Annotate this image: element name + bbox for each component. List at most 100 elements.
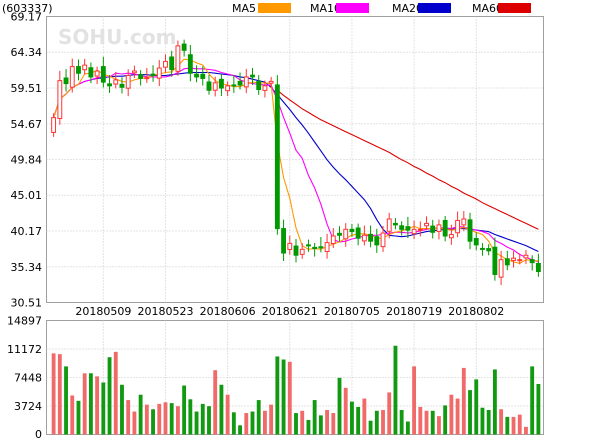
- candle-body: [187, 54, 193, 74]
- volume-panel: 0 3724 7448 11172 14897: [7, 315, 544, 440]
- date-axis: 20180509 20180523 20180606 20180621 20180705…: [75, 305, 504, 318]
- price-plot-area: [46, 16, 544, 303]
- candle-body: [399, 225, 405, 230]
- candle-body: [69, 66, 75, 88]
- volume-bar: [144, 404, 149, 435]
- price-tick-label: 40.17: [11, 225, 43, 238]
- volume-bar: [430, 410, 435, 435]
- volume-bar: [443, 405, 448, 435]
- candle-body: [206, 81, 212, 91]
- candle-body: [424, 222, 429, 227]
- legend: MA5 MA10 MA20 MA60: [232, 2, 531, 15]
- volume-bar: [368, 420, 373, 435]
- volume-bar: [262, 410, 267, 435]
- candle-body: [498, 259, 504, 278]
- date-tick-label: 20180802: [448, 305, 504, 318]
- volume-bar: [524, 426, 528, 435]
- volume-bar: [126, 400, 131, 435]
- volume-bar: [275, 356, 280, 435]
- candle-body: [144, 77, 150, 80]
- volume-bar: [480, 407, 485, 435]
- candle-body: [169, 56, 175, 71]
- volume-bar: [157, 403, 162, 435]
- date-tick-label: 20180719: [386, 305, 442, 318]
- candle-body: [107, 83, 112, 87]
- candle-body: [473, 238, 479, 246]
- candle-body: [430, 225, 436, 233]
- volume-bar: [132, 411, 137, 435]
- candle-body: [293, 245, 299, 256]
- volume-bar: [213, 370, 218, 435]
- volume-bar: [200, 403, 205, 435]
- volume-bar: [393, 345, 398, 435]
- price-tick-label: 45.01: [11, 189, 43, 202]
- candle-body: [231, 84, 237, 87]
- price-tick-label: 35.34: [11, 261, 43, 274]
- legend-label: MA5: [232, 2, 256, 15]
- volume-bar: [325, 410, 330, 435]
- volume-bar: [312, 400, 317, 435]
- price-tick-label: 30.51: [11, 297, 43, 310]
- date-tick-label: 20180509: [75, 305, 131, 318]
- candle-body: [243, 76, 249, 88]
- candle-body: [492, 246, 498, 275]
- volume-bar: [231, 412, 236, 435]
- volume-bar: [412, 366, 417, 435]
- volume-bar: [530, 366, 535, 435]
- price-tick-label: 54.67: [11, 118, 43, 131]
- volume-bar: [82, 373, 87, 435]
- legend-swatch: [498, 3, 531, 13]
- candle-body: [337, 232, 342, 236]
- candle-body: [274, 84, 280, 230]
- candle-body: [256, 80, 262, 91]
- volume-bar: [437, 416, 441, 435]
- candle-body: [218, 78, 224, 89]
- candle-body: [330, 235, 336, 245]
- volume-bar: [238, 425, 242, 435]
- candle-body: [461, 218, 467, 226]
- date-tick-label: 20180705: [324, 305, 380, 318]
- volume-bar: [107, 357, 112, 435]
- price-tick-label: 49.84: [11, 154, 43, 167]
- volume-bar: [76, 400, 81, 435]
- candle-body: [225, 85, 231, 92]
- volume-bar: [468, 390, 472, 435]
- volume-bar: [474, 379, 479, 435]
- volume-bar: [250, 411, 255, 435]
- candle-body: [175, 45, 181, 72]
- candle-body: [393, 222, 398, 226]
- candle-body: [131, 70, 137, 74]
- price-tick-label: 64.34: [11, 46, 43, 59]
- candle-body: [194, 73, 199, 78]
- candle-body: [281, 228, 286, 254]
- volume-bar: [499, 409, 504, 435]
- volume-bar: [57, 354, 62, 435]
- candle-body: [88, 67, 94, 78]
- volume-tick-label: 3724: [14, 400, 42, 413]
- volume-bar: [536, 383, 541, 435]
- stock-code-label: (603337): [2, 2, 53, 15]
- legend-swatch: [258, 3, 291, 13]
- date-tick-label: 20180621: [262, 305, 318, 318]
- candle-body: [237, 80, 243, 86]
- legend-swatch: [418, 3, 451, 13]
- candle-body: [156, 67, 162, 79]
- volume-bar: [269, 404, 274, 435]
- candle-body: [442, 219, 448, 237]
- volume-bar: [244, 413, 249, 435]
- candle-body: [405, 226, 411, 231]
- volume-bar: [182, 385, 187, 435]
- volume-bar: [405, 421, 410, 435]
- candle-body: [63, 77, 69, 85]
- price-y-axis: 30.51 35.34 40.17 45.01 49.84 54.67 59.51 64.34…: [11, 11, 43, 310]
- volume-bar: [225, 394, 230, 435]
- price-panel: 30.51 35.34 40.17 45.01 49.84 54.67 59.51 64.34…: [11, 11, 544, 310]
- volume-bar: [51, 353, 56, 435]
- date-tick-label: 20180523: [137, 305, 193, 318]
- volume-bar: [163, 402, 168, 435]
- volume-bar: [281, 359, 286, 435]
- volume-bar: [219, 384, 224, 435]
- candle-body: [287, 242, 293, 250]
- candle-body: [380, 232, 386, 248]
- volume-bar: [418, 406, 423, 435]
